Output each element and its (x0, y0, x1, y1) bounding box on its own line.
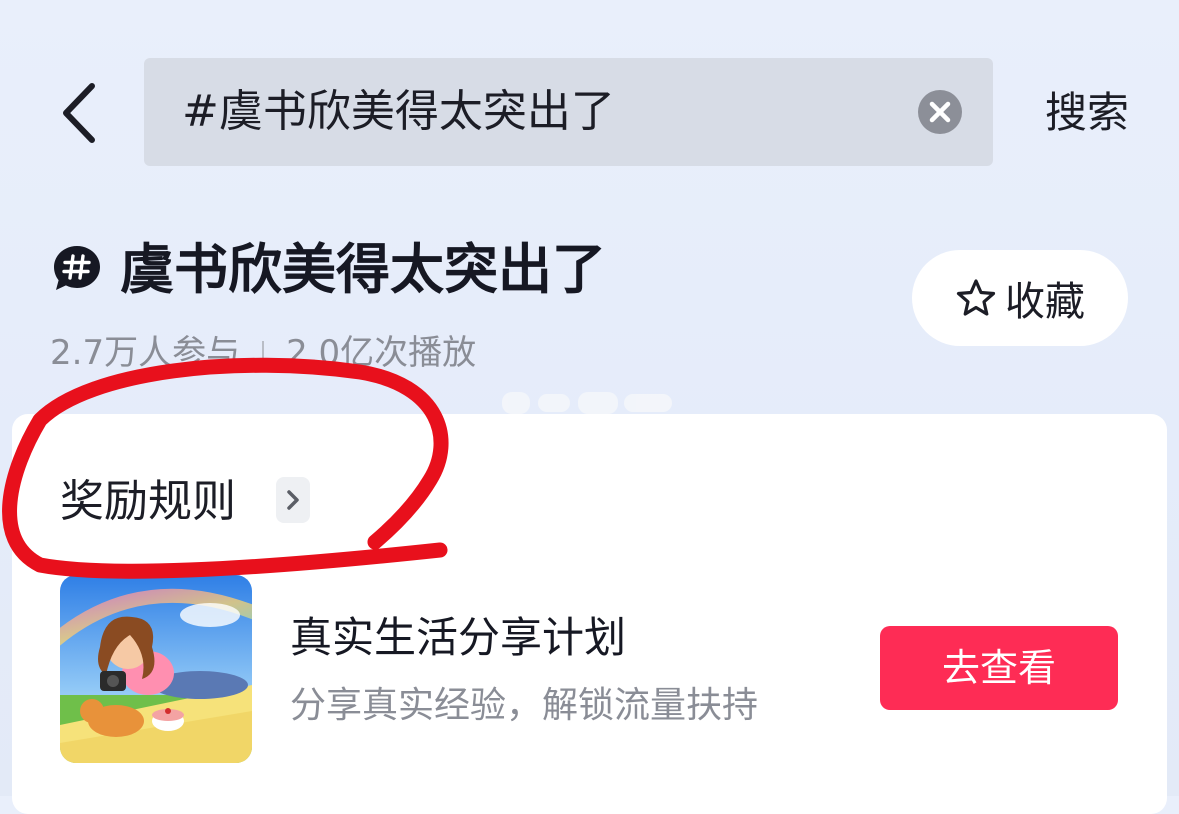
search-query-text: #虞书欣美得太突出了 (182, 86, 615, 137)
hashtag-icon (52, 244, 102, 292)
search-input[interactable]: #虞书欣美得太突出了 (144, 58, 993, 166)
chevron-right-icon (287, 490, 299, 510)
stats-divider (262, 341, 265, 367)
search-button[interactable]: 搜索 (1032, 84, 1142, 142)
favorite-label: 收藏 (1005, 279, 1085, 325)
clear-search-button[interactable] (918, 90, 962, 134)
view-plan-button[interactable]: 去查看 (880, 626, 1118, 710)
chevron-left-icon (63, 83, 95, 143)
star-outline-icon (956, 279, 996, 316)
participants-count: 2.7万人参与 (50, 333, 241, 373)
clear-icon (929, 101, 951, 123)
reward-rules-link[interactable]: 奖励规则 (60, 472, 236, 532)
topic-title: 虞书欣美得太突出了 (120, 238, 606, 301)
plan-thumbnail (60, 575, 252, 763)
topic-stats: 2.7万人参与 2.0亿次播放 (50, 330, 476, 376)
back-button[interactable] (52, 78, 112, 148)
favorite-button[interactable]: 收藏 (912, 250, 1128, 346)
plan-subtitle: 分享真实经验，解锁流量扶持 (290, 685, 759, 726)
plan-title: 真实生活分享计划 (290, 613, 627, 662)
reward-rules-arrow[interactable] (276, 477, 310, 523)
plays-count: 2.0亿次播放 (286, 333, 477, 373)
